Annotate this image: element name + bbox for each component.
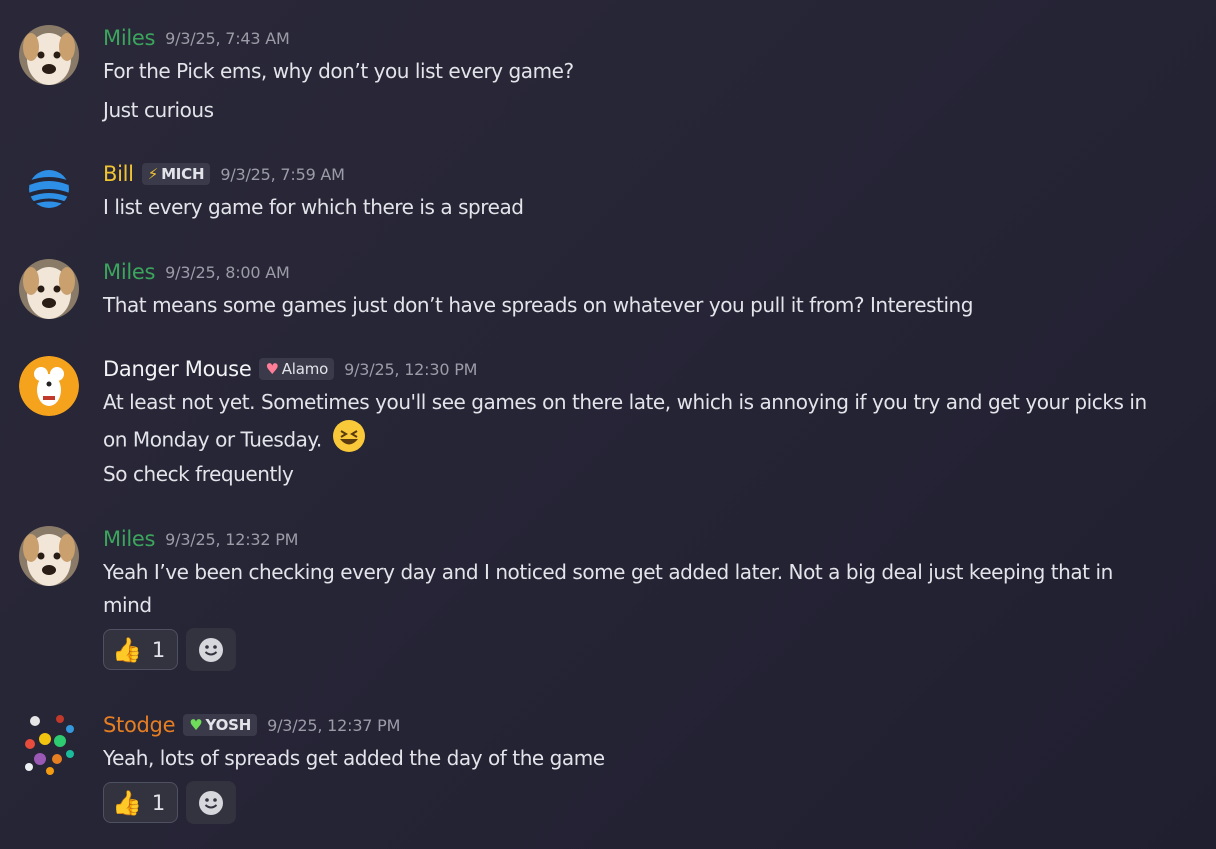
message-header: Danger Mouse ♥ Alamo 9/3/25, 12:30 PM [103,356,477,382]
username[interactable]: Bill [103,161,134,187]
dog-avatar-icon [19,25,79,85]
message-text: That means some games just don’t have sp… [103,293,974,317]
message-text: on Monday or Tuesday. [103,427,322,452]
mouse-avatar-icon [19,356,79,416]
message-text: mind [103,593,152,617]
role-tag-label: Alamo [281,360,329,378]
thumbs-up-reaction[interactable]: 👍 1 [103,782,178,823]
role-tag[interactable]: ♥ YOSH [183,714,258,736]
role-tag-label: YOSH [205,716,252,734]
message-header: Miles 9/3/25, 12:32 PM [103,526,298,552]
message-header: Miles 9/3/25, 8:00 AM [103,259,290,285]
timestamp[interactable]: 9/3/25, 12:32 PM [165,530,298,549]
avatar[interactable] [19,25,79,85]
role-tag[interactable]: ♥ Alamo [259,358,335,380]
collage-avatar-icon [25,715,74,775]
message-header: Bill ⚡ MICH 9/3/25, 7:59 AM [103,161,345,187]
message-text: Just curious [103,98,214,122]
smiley-icon [199,790,223,815]
username[interactable]: Miles [103,259,155,285]
timestamp[interactable]: 9/3/25, 7:43 AM [165,29,290,48]
message-text: For the Pick ems, why don’t you list eve… [103,59,574,83]
message-text: At least not yet. Sometimes you'll see g… [103,390,1147,414]
laughing-emoji-icon [332,419,366,463]
message-text-line: on Monday or Tuesday. [103,419,366,463]
add-reaction-button[interactable] [186,628,236,671]
reaction-count: 1 [151,790,166,815]
globe-avatar-icon [28,170,70,208]
message-text: So check frequently [103,462,294,486]
timestamp[interactable]: 9/3/25, 8:00 AM [165,263,290,282]
thumbs-up-reaction[interactable]: 👍 1 [103,629,178,670]
message-header: Stodge ♥ YOSH 9/3/25, 12:37 PM [103,712,400,738]
role-tag[interactable]: ⚡ MICH [141,163,211,185]
timestamp[interactable]: 9/3/25, 12:37 PM [267,716,400,735]
thumbs-up-icon: 👍 [112,788,142,817]
avatar[interactable] [15,709,85,779]
avatar[interactable] [19,526,79,586]
timestamp[interactable]: 9/3/25, 12:30 PM [344,360,477,379]
avatar[interactable] [19,259,79,319]
username[interactable]: Miles [103,25,155,51]
avatar[interactable] [19,159,79,219]
dog-avatar-icon [19,526,79,586]
message-header: Miles 9/3/25, 7:43 AM [103,25,290,51]
timestamp[interactable]: 9/3/25, 7:59 AM [220,165,345,184]
green-heart-icon: ♥ [189,716,203,734]
dog-avatar-icon [19,259,79,319]
heart-icon: ♥ [265,360,279,378]
lightning-icon: ⚡ [147,165,159,183]
message-text: Yeah, lots of spreads get added the day … [103,746,605,770]
avatar[interactable] [19,356,79,416]
username[interactable]: Danger Mouse [103,356,252,382]
smiley-icon [199,637,223,662]
message-text: I list every game for which there is a s… [103,195,524,219]
reaction-count: 1 [151,637,166,662]
username[interactable]: Miles [103,526,155,552]
username[interactable]: Stodge [103,712,176,738]
add-reaction-button[interactable] [186,781,236,824]
message-text: Yeah I’ve been checking every day and I … [103,560,1113,584]
role-tag-label: MICH [161,165,205,183]
thumbs-up-icon: 👍 [112,635,142,664]
